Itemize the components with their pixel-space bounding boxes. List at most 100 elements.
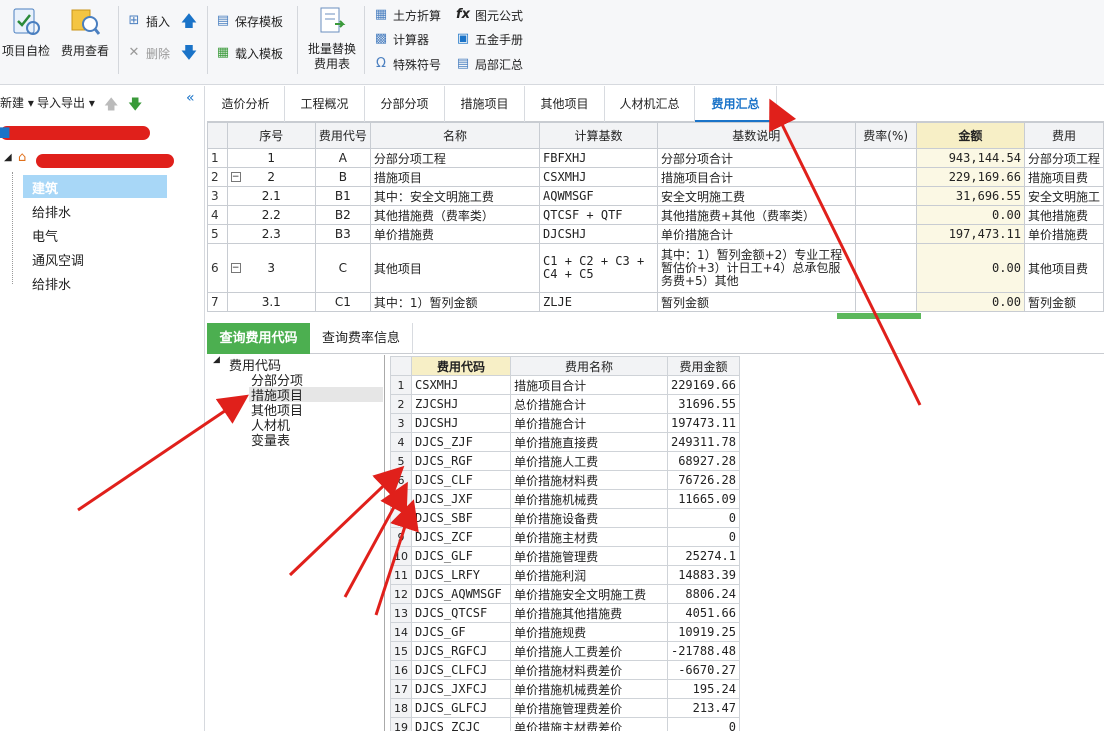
import-export-button[interactable]: 导入导出 ▾	[37, 94, 95, 111]
header-code[interactable]: 费用代号	[314, 122, 371, 149]
fee-view-button[interactable]: 费用查看	[58, 4, 112, 76]
cell-fee-code[interactable]: DJCS_JXF	[410, 489, 512, 509]
cell-fee-type[interactable]: 单价措施费	[1023, 224, 1104, 244]
cell-code[interactable]: B3	[314, 224, 371, 244]
code-table-row[interactable]: 10 DJCS_GLF 单价措施管理费 25274.1	[390, 546, 740, 566]
cell-fee-amount[interactable]: 249311.78	[666, 432, 740, 452]
cell-fee-amount[interactable]: -21788.48	[666, 641, 740, 661]
code-table-row[interactable]: 4 DJCS_ZJF 单价措施直接费 249311.78	[390, 432, 740, 452]
cell-fee-code[interactable]: DJCS_QTCSF	[410, 603, 512, 623]
cell-fee-code[interactable]: DJCS_SBF	[410, 508, 512, 528]
cell-name[interactable]: 单价措施费	[369, 224, 541, 244]
partial-summary-button[interactable]: ▤ 局部汇总	[456, 54, 523, 74]
cell-fee-amount[interactable]: 195.24	[666, 679, 740, 699]
cell-code[interactable]: B2	[314, 205, 371, 225]
cell-fee-amount[interactable]: -6670.27	[666, 660, 740, 680]
cell-fee-type[interactable]: 分部分项工程	[1023, 148, 1104, 168]
tree-item-water-supply-2[interactable]: 给排水	[32, 274, 71, 293]
tab-labor-material-summary[interactable]: 人材机汇总	[605, 86, 695, 122]
cell-fee-code[interactable]: DJCSHJ	[410, 413, 512, 433]
expand-arrow-icon[interactable]: ◢	[4, 152, 12, 163]
cell-fee-code[interactable]: DJCS_GLF	[410, 546, 512, 566]
table-row[interactable]: 1 1 A 分部分项工程 FBFXHJ 分部分项合计 943,144.54 分部…	[207, 148, 1104, 168]
cell-fee-name[interactable]: 单价措施管理费差价	[510, 698, 668, 718]
cell-amount[interactable]: 0.00	[915, 243, 1025, 293]
cell-name[interactable]: 其他项目	[369, 243, 541, 293]
header-amount[interactable]: 金额	[915, 122, 1025, 149]
cell-base[interactable]: QTCSF + QTF	[539, 205, 658, 225]
cell-amount[interactable]: 31,696.55	[915, 186, 1025, 206]
cell-fee-code[interactable]: DJCS_ZCF	[410, 527, 512, 547]
cell-fee-name[interactable]: 单价措施设备费	[510, 508, 668, 528]
code-table-row[interactable]: 19 DJCS_ZCJC 单价措施主材费差价 0	[390, 717, 740, 731]
cell-desc[interactable]: 分部分项合计	[656, 148, 856, 168]
tab-fee-summary[interactable]: 费用汇总	[695, 86, 777, 122]
cell-fee-amount[interactable]: 0	[666, 527, 740, 547]
tab-project-overview[interactable]: 工程概况	[285, 86, 365, 122]
cell-fee-code[interactable]: DJCS_JXFCJ	[410, 679, 512, 699]
code-table-row[interactable]: 7 DJCS_JXF 单价措施机械费 11665.09	[390, 489, 740, 509]
cell-seq[interactable]: −3	[226, 243, 316, 293]
table-row[interactable]: 5 2.3 B3 单价措施费 DJCSHJ 单价措施合计 197,473.11 …	[207, 224, 1104, 244]
code-table-row[interactable]: 11 DJCS_LRFY 单价措施利润 14883.39	[390, 565, 740, 585]
formula-button[interactable]: fx 图元公式	[456, 5, 523, 25]
cell-fee-type[interactable]: 暂列金额	[1023, 292, 1104, 312]
cell-base[interactable]: ZLJE	[539, 292, 658, 312]
cell-seq[interactable]: 1	[226, 148, 316, 168]
cell-fee-code[interactable]: DJCS_RGF	[410, 451, 512, 471]
table-row[interactable]: 6 −3 C 其他项目 C1 + C2 + C3 + C4 + C5 其中：1）…	[207, 243, 1104, 293]
cell-fee-name[interactable]: 措施项目合计	[510, 375, 668, 395]
tree-item-hvac[interactable]: 通风空调	[32, 250, 84, 269]
cell-desc[interactable]: 单价措施合计	[656, 224, 856, 244]
cell-seq[interactable]: 2.1	[226, 186, 316, 206]
cell-desc[interactable]: 安全文明施工费	[656, 186, 856, 206]
header-name[interactable]: 名称	[369, 122, 541, 149]
code-table-row[interactable]: 14 DJCS_GF 单价措施规费 10919.25	[390, 622, 740, 642]
cell-seq[interactable]: 3.1	[226, 292, 316, 312]
cell-desc[interactable]: 其中：1）暂列金额+2）专业工程暂估价+3）计日工+4）总承包服务费+5）其他	[656, 243, 856, 293]
cell-rate[interactable]	[854, 186, 917, 206]
cell-fee-code[interactable]: DJCS_GF	[410, 622, 512, 642]
cell-code[interactable]: A	[314, 148, 371, 168]
cell-desc[interactable]: 措施项目合计	[656, 167, 856, 187]
cell-name[interactable]: 分部分项工程	[369, 148, 541, 168]
cell-name[interactable]: 其中：安全文明施工费	[369, 186, 541, 206]
cell-fee-amount[interactable]: 11665.09	[666, 489, 740, 509]
code-table-row[interactable]: 16 DJCS_CLFCJ 单价措施材料费差价 -6670.27	[390, 660, 740, 680]
cell-fee-code[interactable]: DJCS_GLFCJ	[410, 698, 512, 718]
header-rate[interactable]: 费率(%)	[854, 122, 917, 149]
cell-fee-amount[interactable]: 8806.24	[666, 584, 740, 604]
cell-fee-amount[interactable]: 4051.66	[666, 603, 740, 623]
cell-fee-name[interactable]: 单价措施其他措施费	[510, 603, 668, 623]
cell-rate[interactable]	[854, 224, 917, 244]
header-seq[interactable]: 序号	[226, 122, 316, 149]
cell-rate[interactable]	[854, 292, 917, 312]
cell-fee-name[interactable]: 单价措施利润	[510, 565, 668, 585]
move-down-icon[interactable]: 🡇	[128, 94, 142, 118]
cell-fee-name[interactable]: 单价措施机械费差价	[510, 679, 668, 699]
cell-code[interactable]: C	[314, 243, 371, 293]
cell-amount[interactable]: 0.00	[915, 205, 1025, 225]
header-fee-code[interactable]: 费用代码	[410, 356, 512, 376]
header-desc[interactable]: 基数说明	[656, 122, 856, 149]
code-table-row[interactable]: 8 DJCS_SBF 单价措施设备费 0	[390, 508, 740, 528]
cell-name[interactable]: 其他措施费（费率类）	[369, 205, 541, 225]
cell-fee-amount[interactable]: 197473.11	[666, 413, 740, 433]
header-fee-name[interactable]: 费用名称	[510, 356, 668, 376]
cell-code[interactable]: C1	[314, 292, 371, 312]
save-template-button[interactable]: ▤ 保存模板	[216, 11, 283, 31]
load-template-button[interactable]: ▦ 载入模板	[216, 43, 283, 63]
cell-fee-name[interactable]: 单价措施规费	[510, 622, 668, 642]
splitter-handle[interactable]	[837, 313, 921, 319]
cell-fee-code[interactable]: DJCS_LRFY	[410, 565, 512, 585]
cell-desc[interactable]: 其他措施费+其他（费率类）	[656, 205, 856, 225]
cell-fee-name[interactable]: 单价措施安全文明施工费	[510, 584, 668, 604]
tab-items[interactable]: 分部分项	[365, 86, 445, 122]
code-table-row[interactable]: 12 DJCS_AQWMSGF 单价措施安全文明施工费 8806.24	[390, 584, 740, 604]
cell-code[interactable]: B1	[314, 186, 371, 206]
code-table-row[interactable]: 1 CSXMHJ 措施项目合计 229169.66	[390, 375, 740, 395]
cell-fee-name[interactable]: 单价措施材料费差价	[510, 660, 668, 680]
code-table-row[interactable]: 17 DJCS_JXFCJ 单价措施机械费差价 195.24	[390, 679, 740, 699]
cell-fee-name[interactable]: 单价措施主材费	[510, 527, 668, 547]
collapse-icon[interactable]: −	[230, 172, 241, 182]
